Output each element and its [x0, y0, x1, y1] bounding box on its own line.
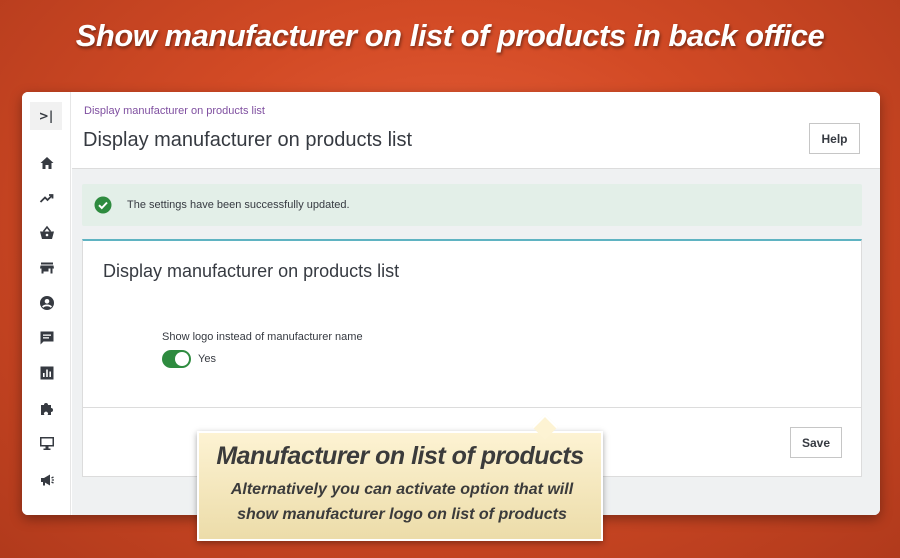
- toggle-state-label: Yes: [198, 353, 216, 365]
- toggle-knob: [175, 352, 189, 366]
- save-button[interactable]: Save: [790, 427, 842, 458]
- basket-icon[interactable]: [39, 225, 55, 241]
- page-header: Display manufacturer on products list Di…: [72, 92, 880, 169]
- callout-box: Manufacturer on list of products Alterna…: [197, 431, 603, 541]
- home-icon[interactable]: [39, 155, 55, 171]
- customer-icon[interactable]: [39, 295, 55, 311]
- check-circle-icon: [94, 196, 112, 214]
- breadcrumb[interactable]: Display manufacturer on products list: [84, 105, 265, 117]
- show-logo-toggle[interactable]: [162, 350, 191, 368]
- help-button[interactable]: Help: [809, 123, 860, 154]
- store-icon[interactable]: [39, 260, 55, 276]
- field-label: Show logo instead of manufacturer name: [162, 331, 363, 343]
- card-title: Display manufacturer on products list: [103, 261, 400, 281]
- trending-icon[interactable]: [39, 190, 55, 206]
- sidebar: >|: [22, 92, 71, 515]
- puzzle-icon[interactable]: [39, 400, 55, 416]
- sidebar-toggle-button[interactable]: >|: [30, 102, 62, 130]
- monitor-icon[interactable]: [39, 435, 55, 451]
- stats-icon[interactable]: [39, 365, 55, 381]
- alert-message: The settings have been successfully upda…: [127, 199, 350, 211]
- callout-description: Alternatively you can activate option th…: [230, 481, 574, 523]
- banner-title: Show manufacturer on list of products in…: [75, 18, 825, 53]
- chat-icon[interactable]: [39, 330, 55, 346]
- success-alert: The settings have been successfully upda…: [82, 184, 862, 226]
- megaphone-icon[interactable]: [39, 472, 55, 488]
- page-title: Display manufacturer on products list: [83, 129, 413, 151]
- callout-title: Manufacturer on list of products: [216, 442, 584, 470]
